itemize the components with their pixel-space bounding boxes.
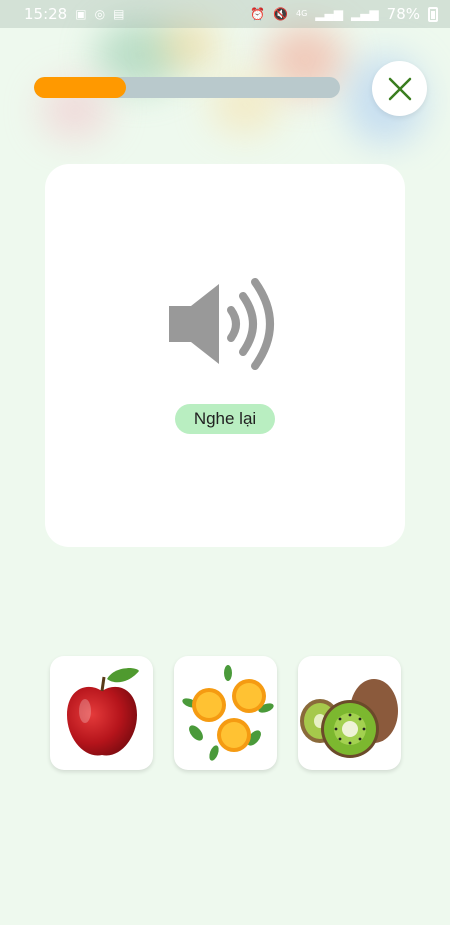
status-bar: 15:28 ▣ ◎ ▤ ⏰ 🔇 4G ▂▄▆ ▂▄▆ 78% [0, 0, 450, 28]
close-button[interactable] [372, 61, 427, 116]
option-orange[interactable] [174, 656, 277, 770]
progress-bar [34, 77, 340, 98]
replay-button[interactable]: Nghe lại [175, 404, 275, 434]
status-time: 15:28 [24, 5, 68, 23]
signal-icon: ▂▄▆ [315, 7, 343, 21]
news-icon: ▤ [113, 7, 125, 21]
battery-icon [428, 6, 438, 22]
progress-fill [34, 77, 126, 98]
network-label: 4G [295, 9, 308, 18]
orange-image [181, 665, 274, 761]
option-apple[interactable] [50, 656, 153, 770]
image-icon: ▣ [75, 7, 87, 21]
mute-icon: 🔇 [273, 7, 288, 21]
alarm-icon: ⏰ [250, 7, 266, 21]
battery-percent: 78% [386, 5, 420, 23]
instagram-icon: ◎ [94, 7, 106, 21]
speaker-icon[interactable] [169, 276, 283, 372]
close-icon [388, 77, 411, 100]
option-kiwi[interactable] [298, 656, 401, 770]
signal-icon: ▂▄▆ [350, 7, 379, 21]
kiwi-image [299, 679, 398, 758]
apple-image [66, 668, 139, 756]
audio-card: Nghe lại [45, 164, 405, 547]
